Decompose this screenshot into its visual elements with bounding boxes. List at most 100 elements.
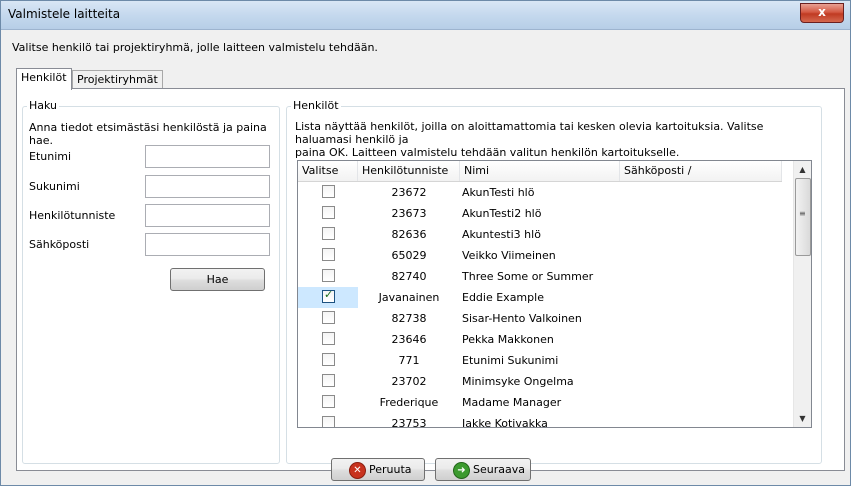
person-id-cell: 23646: [391, 333, 427, 346]
cancel-icon: ✕: [349, 462, 366, 479]
table-row[interactable]: 65029 Veikko Viimeinen: [298, 245, 782, 266]
select-cell: [298, 392, 358, 413]
select-checkbox[interactable]: [322, 416, 335, 427]
persons-description-line1: Lista näyttää henkilöt, joilla on aloitt…: [295, 120, 764, 146]
search-description: Anna tiedot etsimästäsi henkilöstä ja pa…: [29, 121, 267, 147]
first-name-label: Etunimi: [29, 150, 72, 163]
select-cell: [298, 350, 358, 371]
last-name-input[interactable]: [145, 175, 270, 198]
checkmark-icon: ✓: [324, 288, 334, 301]
next-label: Seuraava: [473, 463, 525, 476]
table-row[interactable]: 82738 Sisar-Hento Valkoinen: [298, 308, 782, 329]
select-cell: ✓: [298, 287, 358, 308]
person-id-cell: 82738: [391, 312, 427, 325]
search-group: Haku Anna tiedot etsimästäsi henkilöstä …: [22, 99, 280, 464]
select-cell: [298, 308, 358, 329]
grip-icon: ≡: [799, 209, 806, 218]
select-checkbox[interactable]: ✓: [322, 288, 335, 303]
column-header-person-id[interactable]: Henkilötunniste: [358, 161, 460, 181]
person-id-cell: 23702: [391, 375, 427, 388]
table-row[interactable]: 771 Etunimi Sukunimi: [298, 350, 782, 371]
select-cell: [298, 413, 358, 427]
column-header-select[interactable]: Valitse: [298, 161, 358, 181]
next-button[interactable]: ➜ Seuraava: [435, 458, 531, 481]
select-cell: [298, 371, 358, 392]
person-id-label: Henkilötunniste: [29, 209, 116, 222]
person-id-cell: 82636: [391, 228, 427, 241]
person-id-cell: Frederique: [379, 396, 439, 409]
table-row[interactable]: ✓ Javanainen Eddie Example: [298, 287, 782, 308]
name-cell: Akuntesti3 hlö: [462, 228, 541, 241]
name-cell: Jakke Kotivakka: [462, 417, 548, 428]
column-header-name[interactable]: Nimi: [460, 161, 620, 181]
select-checkbox[interactable]: [322, 353, 335, 366]
select-cell: [298, 245, 358, 266]
name-cell: Pekka Makkonen: [462, 333, 554, 346]
select-checkbox[interactable]: [322, 332, 335, 345]
name-cell: Sisar-Hento Valkoinen: [462, 312, 582, 325]
select-cell: [298, 224, 358, 245]
persons-list[interactable]: Valitse Henkilötunniste Nimi Sähköposti …: [297, 160, 812, 428]
person-id-cell: 82740: [391, 270, 427, 283]
name-cell: Veikko Viimeinen: [462, 249, 556, 262]
table-row[interactable]: 82636 Akuntesti3 hlö: [298, 224, 782, 245]
person-id-cell: 23672: [391, 186, 427, 199]
person-id-cell: 23753: [391, 417, 427, 428]
dialog-content: Valitse henkilö tai projektiryhmä, jolle…: [5, 30, 846, 481]
column-header-email[interactable]: Sähköposti /: [620, 161, 782, 181]
name-cell: Minimsyke Ongelma: [462, 375, 574, 388]
persons-group-title: Henkilöt: [291, 99, 341, 112]
table-row[interactable]: 23702 Minimsyke Ongelma: [298, 371, 782, 392]
select-checkbox[interactable]: [322, 269, 335, 282]
search-group-title: Haku: [27, 99, 60, 112]
email-input[interactable]: [145, 233, 270, 256]
select-cell: [298, 182, 358, 203]
table-row[interactable]: 82740 Three Some or Summer: [298, 266, 782, 287]
instruction-text: Valitse henkilö tai projektiryhmä, jolle…: [12, 41, 378, 54]
list-header: Valitse Henkilötunniste Nimi Sähköposti …: [298, 161, 782, 182]
select-checkbox[interactable]: [322, 185, 335, 198]
table-row[interactable]: Frederique Madame Manager: [298, 392, 782, 413]
person-id-cell: Javanainen: [378, 291, 440, 304]
name-cell: AkunTesti2 hlö: [462, 207, 542, 220]
name-cell: Eddie Example: [462, 291, 544, 304]
name-cell: Madame Manager: [462, 396, 562, 409]
select-cell: [298, 266, 358, 287]
select-checkbox[interactable]: [322, 395, 335, 408]
next-arrow-icon: ➜: [453, 462, 470, 479]
scroll-down-arrow-icon[interactable]: ▼: [794, 410, 811, 427]
select-checkbox[interactable]: [322, 248, 335, 261]
window-title: Valmistele laitteita: [8, 7, 121, 21]
cancel-button[interactable]: ✕ Peruuta: [331, 458, 425, 481]
search-button[interactable]: Hae: [170, 268, 265, 291]
scroll-up-arrow-icon[interactable]: ▲: [794, 161, 811, 178]
select-checkbox[interactable]: [322, 206, 335, 219]
select-checkbox[interactable]: [322, 311, 335, 324]
persons-description-line2: paina OK. Laitteen valmistelu tehdään va…: [295, 146, 680, 159]
table-row[interactable]: 23673 AkunTesti2 hlö: [298, 203, 782, 224]
select-checkbox[interactable]: [322, 227, 335, 240]
table-row[interactable]: 23753 Jakke Kotivakka: [298, 413, 782, 428]
select-checkbox[interactable]: [322, 374, 335, 387]
tab-panel-henkilot: Haku Anna tiedot etsimästäsi henkilöstä …: [16, 88, 845, 471]
tab-projektiryhmat[interactable]: Projektiryhmät: [72, 70, 163, 88]
person-id-cell: 771: [398, 354, 420, 367]
select-cell: [298, 329, 358, 350]
dialog-window: Valmistele laitteita x Valitse henkilö t…: [0, 0, 851, 486]
table-row[interactable]: 23672 AkunTesti hlö: [298, 182, 782, 203]
persons-group: Henkilöt Lista näyttää henkilöt, joilla …: [286, 99, 822, 464]
select-cell: [298, 203, 358, 224]
person-id-cell: 65029: [391, 249, 427, 262]
scroll-thumb[interactable]: ≡: [795, 178, 811, 256]
title-bar: Valmistele laitteita x: [1, 1, 850, 30]
table-row[interactable]: 23646 Pekka Makkonen: [298, 329, 782, 350]
list-scrollbar[interactable]: ▲ ≡ ▼: [793, 161, 811, 427]
tab-henkilot[interactable]: Henkilöt: [16, 68, 72, 90]
name-cell: Three Some or Summer: [462, 270, 594, 283]
name-cell: Etunimi Sukunimi: [462, 354, 559, 367]
email-label: Sähköposti: [29, 238, 90, 251]
close-button[interactable]: x: [800, 3, 844, 23]
first-name-input[interactable]: [145, 145, 270, 168]
person-id-input[interactable]: [145, 204, 270, 227]
person-id-cell: 23673: [391, 207, 427, 220]
